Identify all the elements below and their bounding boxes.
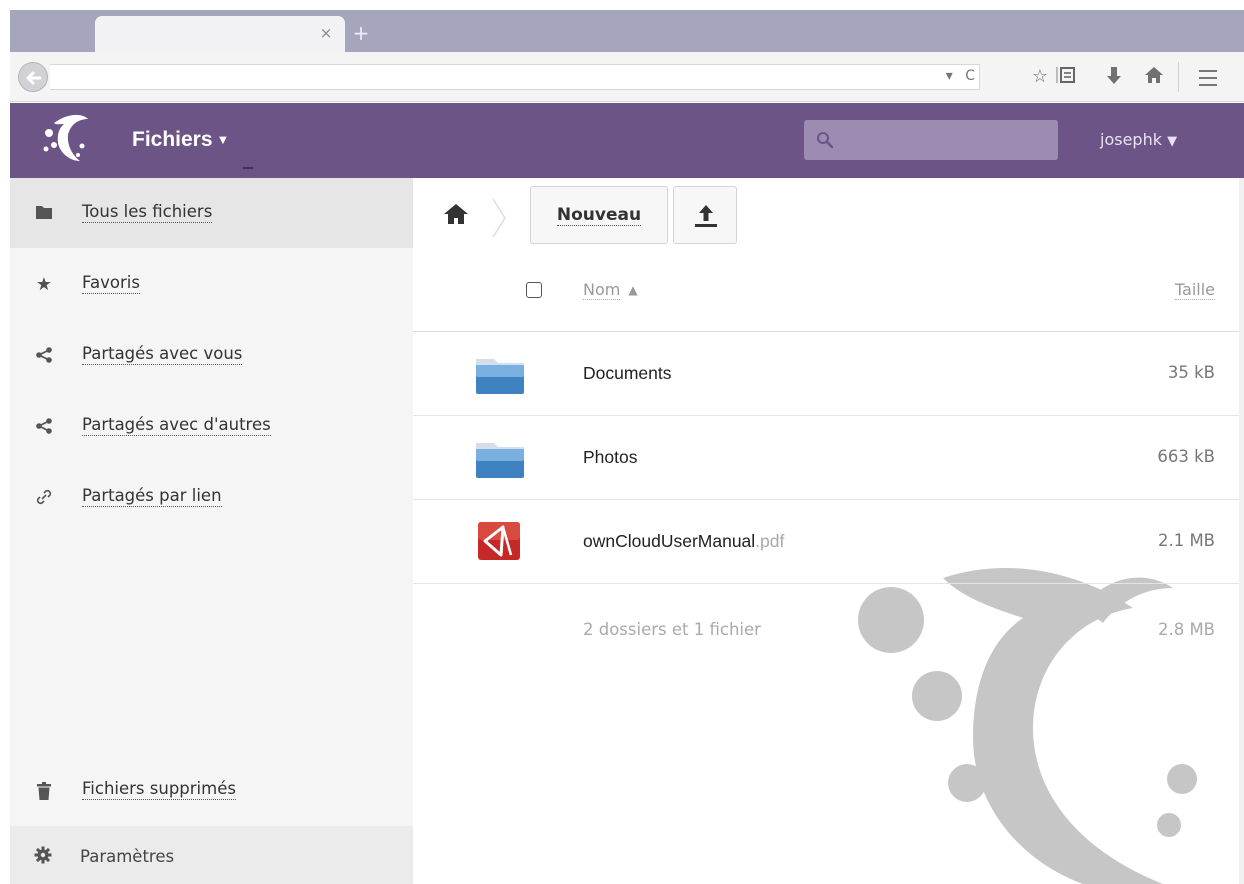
file-summary: 2 dossiers et 1 fichier [583,620,761,639]
new-tab-icon[interactable]: + [352,23,370,43]
file-row[interactable]: Photos 663 kB [413,417,1239,500]
file-name: Photos [583,447,638,467]
user-menu[interactable]: josephk ▼ [1100,130,1177,149]
username: josephk [1100,130,1162,149]
file-row[interactable]: ownCloudUserManual.pdf 2.1 MB [413,501,1239,584]
pdf-file-icon [478,522,520,560]
owncloud-watermark-logo [858,568,1197,884]
folder-icon [34,204,54,224]
sidebar-item-deleted-files[interactable]: Fichiers supprimés [10,755,413,825]
bookmark-star-icon[interactable]: ☆ [1028,65,1052,89]
app-navigation: Tous les fichiers ★ Favoris Partagés ave… [10,178,413,884]
folder-icon [476,359,524,394]
sort-ascending-icon: ▲ [628,283,638,297]
settings-label: Paramètres [80,847,175,866]
file-size: 663 kB [1157,447,1215,466]
share-icon [34,417,54,437]
sidebar-item-label: Partagés par lien [82,486,222,507]
file-list-header: Nom ▲ Taille [413,260,1239,332]
file-name: ownCloudUserManual.pdf [583,531,785,551]
home-icon[interactable] [1142,65,1166,89]
sidebar-item-shared-with-you[interactable]: Partagés avec vous [10,320,413,390]
file-list-container: Nouveau Nom ▲ Taille Documents 35 kB Pho… [413,178,1239,884]
total-size: 2.8 MB [1157,620,1215,639]
sidebar-item-all-files[interactable]: Tous les fichiers [10,178,413,248]
sidebar-item-label: Partagés avec d'autres [82,415,271,436]
file-size: 35 kB [1167,363,1215,382]
search-input[interactable] [804,120,1058,160]
chevron-down-icon: ▼ [216,132,230,147]
settings-button[interactable]: Paramètres [10,826,413,884]
download-icon[interactable] [1102,65,1126,89]
back-arrow-icon [26,71,42,85]
file-row[interactable]: Documents 35 kB [413,333,1239,416]
search-icon [817,132,834,149]
history-dropdown-icon[interactable]: ▾ [946,68,953,84]
reload-icon[interactable]: C [965,68,975,84]
link-icon [34,488,54,508]
file-name: Documents [583,363,672,383]
sort-by-size[interactable]: Taille [1174,280,1215,300]
sidebar-item-shared-with-others[interactable]: Partagés avec d'autres [10,391,413,461]
sidebar-item-favorites[interactable]: ★ Favoris [10,249,413,319]
select-all-checkbox[interactable] [526,282,542,298]
app-indicator [243,167,253,169]
breadcrumb-home[interactable] [443,202,469,230]
upload-button[interactable] [673,186,737,244]
hamburger-menu-icon[interactable] [1196,65,1220,89]
sidebar-item-label: Favoris [82,273,140,294]
star-icon: ★ [35,274,53,295]
upload-icon [695,205,717,227]
gear-icon [34,846,52,868]
sidebar-item-label: Tous les fichiers [82,202,213,223]
back-button[interactable] [18,62,48,92]
file-size: 2.1 MB [1157,531,1215,550]
browser-tab-strip: × + [10,10,1244,52]
new-button[interactable]: Nouveau [530,186,668,244]
browser-tab[interactable]: × [95,16,345,52]
owncloud-logo-icon[interactable] [40,111,94,169]
sort-by-name[interactable]: Nom ▲ [583,280,638,300]
browser-navbar: ▾ C ☆ [10,52,1244,102]
sidebar-item-shared-by-link[interactable]: Partagés par lien [10,462,413,532]
sidebar-item-label: Fichiers supprimés [82,779,236,800]
url-input[interactable]: ▾ C [50,64,980,90]
folder-icon [476,443,524,478]
close-tab-icon[interactable]: × [317,24,335,42]
toolbar-separator [1178,62,1179,92]
home-icon [444,204,468,224]
chevron-down-icon: ▼ [1167,134,1178,149]
app-menu-button[interactable]: Fichiers ▼ [132,128,229,152]
app-header: Fichiers ▼ josephk ▼ [10,103,1244,178]
share-icon [34,346,54,366]
trash-icon [34,781,54,801]
app-title: Fichiers [132,128,213,151]
sidebar-item-label: Partagés avec vous [82,344,243,365]
scrollbar[interactable] [1239,178,1244,884]
breadcrumb-separator [492,198,506,238]
reading-list-icon[interactable] [1054,65,1078,89]
